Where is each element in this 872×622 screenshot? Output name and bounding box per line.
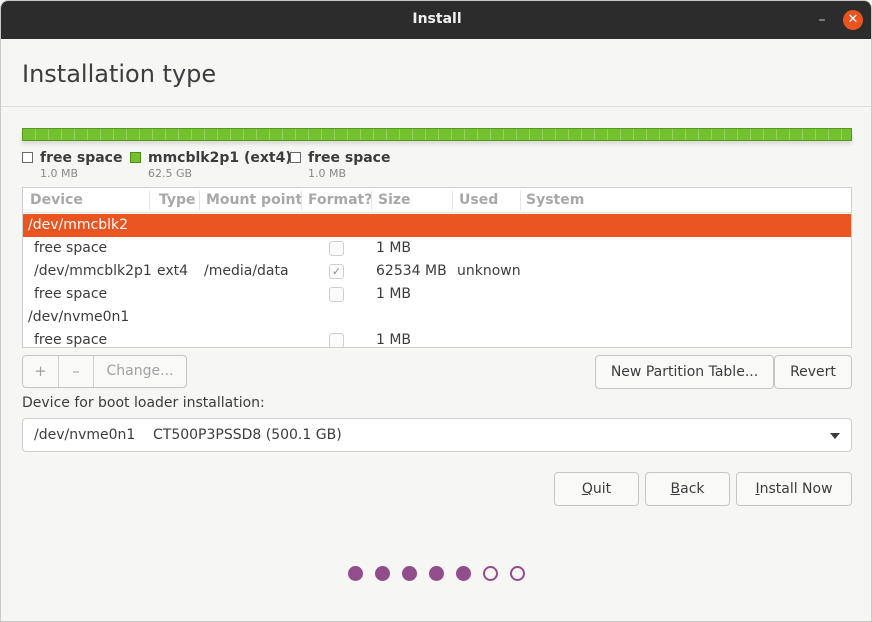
installer-window: Install – ✕ Installation type free space… — [0, 0, 872, 622]
progress-dot — [456, 566, 471, 581]
column-header-system[interactable]: System — [526, 192, 584, 208]
row-mount-point: /media/data — [204, 263, 289, 279]
row-size: 62534 MB — [376, 263, 447, 279]
legend-name: mmcblk2p1 (ext4) — [148, 150, 292, 166]
back-button[interactable]: Back — [645, 472, 730, 506]
row-size: 1 MB — [376, 286, 412, 302]
column-header-used[interactable]: Used — [459, 192, 498, 208]
bootloader-device-model: CT500P3PSSD8 (500.1 GB) — [153, 427, 342, 443]
column-separator — [371, 191, 372, 210]
row-size: 1 MB — [376, 332, 412, 348]
table-row[interactable]: /dev/mmcblk2 — [23, 214, 851, 237]
progress-dot — [402, 566, 417, 581]
column-header-device[interactable]: Device — [30, 192, 83, 208]
row-device: /dev/nvme0n1 — [28, 309, 130, 325]
column-header-type[interactable]: Type — [159, 192, 196, 208]
bootloader-device-select[interactable]: /dev/nvme0n1 CT500P3PSSD8 (500.1 GB) — [22, 418, 852, 452]
column-header-format[interactable]: Format? — [308, 192, 372, 208]
page-header: Installation type — [1, 39, 871, 107]
minimize-icon[interactable]: – — [811, 9, 833, 31]
table-row[interactable]: /dev/nvme0n1 — [23, 306, 851, 329]
quit-button[interactable]: Quit — [554, 472, 639, 506]
progress-dot — [375, 566, 390, 581]
table-row[interactable]: /dev/mmcblk2p1 ext4/media/data 62534 MB unk… — [23, 260, 851, 283]
format-checkbox[interactable] — [329, 241, 344, 256]
row-device: free space — [34, 240, 108, 256]
bootloader-label: Device for boot loader installation: — [22, 395, 265, 411]
table-header: Device Type Mount point Format? Size Use… — [23, 188, 851, 213]
remove-partition-button[interactable]: – — [59, 356, 93, 387]
row-device: /dev/mmcblk2p1 — [34, 263, 152, 279]
table-row[interactable]: free space 1 MB — [23, 283, 851, 306]
column-header-size[interactable]: Size — [378, 192, 411, 208]
column-separator — [301, 191, 302, 210]
page-title: Installation type — [22, 60, 217, 88]
disk-usage-bar — [22, 128, 852, 141]
ext4-swatch — [130, 152, 141, 163]
legend-size: 1.0 MB — [308, 167, 347, 180]
column-separator — [452, 191, 453, 210]
title-bar[interactable]: Install – ✕ — [1, 1, 871, 39]
progress-dot — [483, 566, 498, 581]
free-space-swatch — [290, 152, 301, 163]
table-row[interactable]: free space 1 MB — [23, 237, 851, 260]
column-separator — [199, 191, 200, 210]
bootloader-device: /dev/nvme0n1 — [34, 427, 136, 443]
close-icon[interactable]: ✕ — [843, 10, 863, 30]
chevron-down-icon — [830, 433, 840, 439]
row-device: free space — [34, 286, 108, 302]
free-space-swatch — [22, 152, 33, 163]
progress-dot — [429, 566, 444, 581]
column-separator — [149, 191, 150, 210]
legend-size: 62.5 GB — [148, 167, 193, 180]
row-device: /dev/mmcblk2 — [28, 217, 128, 233]
format-checkbox[interactable] — [329, 333, 344, 347]
table-row[interactable]: free space 1 MB — [23, 329, 851, 348]
row-type: ext4 — [157, 263, 189, 279]
legend-size: 1.0 MB — [40, 167, 79, 180]
window-title: Install — [412, 11, 462, 27]
format-checkbox[interactable]: ✓ — [329, 264, 344, 279]
partition-toolbar: + – Change... — [22, 355, 187, 388]
legend-name: free space — [308, 150, 391, 166]
change-partition-button[interactable]: Change... — [94, 356, 186, 387]
install-now-button[interactable]: Install Now — [736, 472, 852, 506]
progress-dot — [510, 566, 525, 581]
partition-table[interactable]: Device Type Mount point Format? Size Use… — [22, 187, 852, 348]
row-used: unknown — [457, 263, 521, 279]
revert-button[interactable]: Revert — [774, 355, 852, 389]
new-partition-table-button[interactable]: New Partition Table... — [595, 355, 774, 389]
progress-indicator — [348, 566, 528, 582]
column-header-mount-point[interactable]: Mount point — [206, 192, 302, 208]
add-partition-button[interactable]: + — [23, 356, 58, 387]
row-device: free space — [34, 332, 108, 348]
progress-dot — [348, 566, 363, 581]
row-size: 1 MB — [376, 240, 412, 256]
legend-name: free space — [40, 150, 123, 166]
format-checkbox[interactable] — [329, 287, 344, 302]
column-separator — [520, 191, 521, 210]
